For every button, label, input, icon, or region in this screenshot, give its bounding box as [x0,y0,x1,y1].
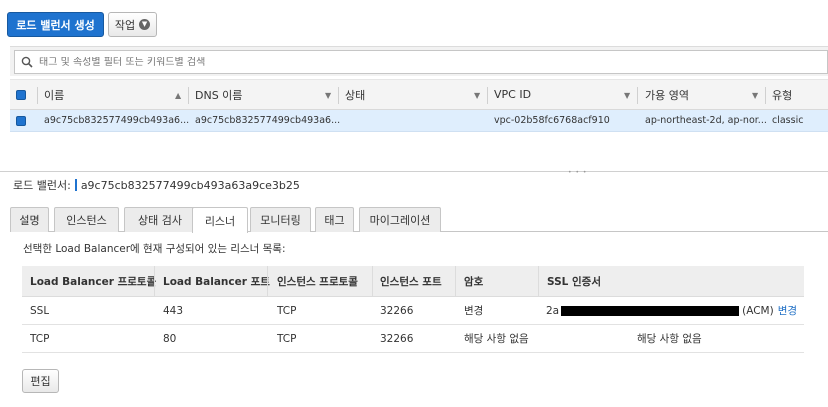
cell-type: classic [772,115,804,126]
header-lb-port: Load Balancer 포트 [163,275,270,288]
table-row[interactable]: a9c75cb832577499cb493a6... a9c75cb832577… [10,110,828,132]
listeners-table: Load Balancer 프로토콜 Load Balancer 포트 인스턴스… [22,266,804,353]
column-header-az[interactable]: 가용 영역 [645,80,689,109]
checkbox-icon [16,115,26,126]
search-bar [10,46,828,76]
select-all-checkbox[interactable] [16,80,26,109]
tab-listeners[interactable]: 리스너 [192,207,248,233]
checkbox-icon [16,89,26,100]
cert-prefix: 2a [546,304,560,317]
cell-vpc: vpc-02b58fc6768acf910 [494,115,610,126]
header-ssl-certificate: SSL 인증서 [547,275,601,288]
table-header: 이름 ▲ DNS 이름 ▼ 상태 ▼ VPC ID ▼ 가용 영역 ▼ 유형 [10,79,828,110]
splitter-handle-icon[interactable]: • • • [568,169,587,176]
table-row: TCP 80 TCP 32266 해당 사항 없음 해당 사항 없음 [22,325,804,353]
cell-ssl-certificate: 2a (ACM) 변경 [546,297,797,324]
column-divider [338,87,339,104]
detail-tabs: 설명 인스턴스 상태 검사 리스너 모니터링 태그 마이그레이션 [10,207,828,233]
tab-monitoring[interactable]: 모니터링 [250,207,311,232]
search-input[interactable] [39,56,819,68]
actions-button-label: 작업 [114,18,136,32]
column-header-name[interactable]: 이름 [44,80,64,109]
tab-tags[interactable]: 태그 [315,207,354,232]
sort-icon[interactable]: ▼ [752,91,758,100]
listeners-table-header: Load Balancer 프로토콜 Load Balancer 포트 인스턴스… [22,266,804,297]
sort-icon[interactable]: ▼ [474,91,480,100]
detail-lb-name: a9c75cb832577499cb493a63a9ce3b25 [80,178,300,192]
change-cipher-link[interactable]: 변경 [464,297,483,324]
cell-ssl-certificate: 해당 사항 없음 [637,333,702,345]
tab-migration[interactable]: 마이그레이션 [359,207,441,232]
sort-asc-icon[interactable]: ▲ [175,91,181,100]
detail-accent-bar [74,179,77,191]
cell-az: ap-northeast-2d, ap-nor... [645,115,767,126]
column-header-type[interactable]: 유형 [772,80,792,109]
column-divider [372,266,373,297]
column-header-state[interactable]: 상태 [345,80,365,109]
search-icon [21,56,33,68]
cell-lb-protocol: SSL [30,304,50,317]
header-cipher: 암호 [464,275,484,288]
cert-suffix: (ACM) [742,304,774,317]
panel-splitter[interactable] [0,171,828,172]
cell-lb-port: 80 [163,332,177,345]
column-divider [637,87,638,104]
chevron-down-icon: ▼ [139,19,151,30]
tab-health-check[interactable]: 상태 검사 [124,207,196,232]
column-divider [538,266,539,297]
toolbar: 로드 밸런서 생성 작업 ▼ [0,0,828,45]
cell-name: a9c75cb832577499cb493a6... [44,115,190,126]
redacted-block [561,305,740,316]
detail-title: 로드 밸런서: a9c75cb832577499cb493a63a9ce3b25 [13,177,300,193]
detail-label: 로드 밸런서: [13,179,71,192]
actions-dropdown-button[interactable]: 작업 ▼ [108,12,157,37]
row-checkbox[interactable] [16,110,26,131]
change-certificate-link[interactable]: 변경 [778,303,797,318]
column-divider [37,87,38,104]
edit-button[interactable]: 편집 [22,369,59,393]
cell-lb-port: 443 [163,304,184,317]
header-instance-port: 인스턴스 포트 [380,275,442,288]
cell-instance-protocol: TCP [277,304,297,317]
listeners-description: 선택한 Load Balancer에 현재 구성되어 있는 리스너 목록: [23,243,286,255]
sort-icon[interactable]: ▼ [325,91,331,100]
header-lb-protocol: Load Balancer 프로토콜 [30,275,157,288]
tab-description[interactable]: 설명 [10,207,49,232]
column-header-dns[interactable]: DNS 이름 [195,80,242,109]
cell-instance-port: 32266 [380,304,414,317]
column-divider [188,87,189,104]
sort-icon[interactable]: ▼ [624,91,630,100]
column-divider [487,87,488,104]
column-divider [154,266,155,297]
column-divider [765,87,766,104]
load-balancer-table: 이름 ▲ DNS 이름 ▼ 상태 ▼ VPC ID ▼ 가용 영역 ▼ 유형 a… [10,79,828,132]
table-row: SSL 443 TCP 32266 변경 2a (ACM) 변경 [22,297,804,325]
cell-cipher: 해당 사항 없음 [464,333,529,345]
create-load-balancer-button[interactable]: 로드 밸런서 생성 [7,12,104,37]
column-header-vpc[interactable]: VPC ID [494,80,531,109]
tab-instances[interactable]: 인스턴스 [54,207,119,232]
column-divider [455,266,456,297]
cell-lb-protocol: TCP [30,332,50,345]
cell-dns: a9c75cb832577499cb493a6... [195,115,341,126]
search-box [14,50,828,74]
cell-instance-port: 32266 [380,332,414,345]
header-instance-protocol: 인스턴스 프로토콜 [277,275,358,288]
column-divider [267,266,268,297]
cell-instance-protocol: TCP [277,332,297,345]
